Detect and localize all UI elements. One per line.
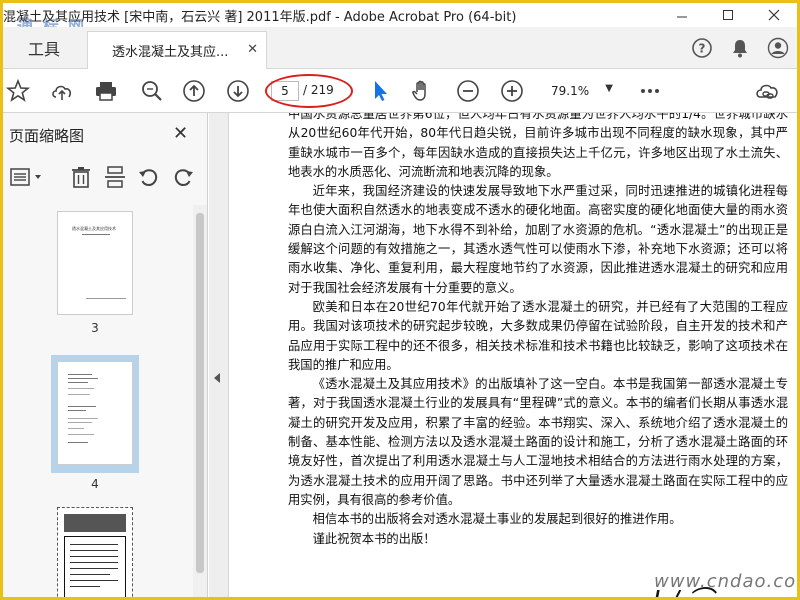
cloud-upload-icon xyxy=(52,85,72,100)
hand-tool-button[interactable] xyxy=(409,78,435,104)
close-panel-icon[interactable]: ✕ xyxy=(173,123,188,144)
thumbnail-label-4: 4 xyxy=(91,477,99,491)
paragraph: 相信本书的出版将会对透水混凝土事业的发展起到很好的推进作用。 xyxy=(312,512,682,527)
cursor-arrow-icon xyxy=(375,81,387,101)
zoom-select[interactable]: 79.1% ▼ xyxy=(543,80,619,102)
rotate-cw-icon xyxy=(174,169,193,187)
acrobat-window: 混凝土及其应用技术 [宋中南，石云兴 著] 2011年版.pdf - Adobe… xyxy=(3,3,797,597)
help-icon: ? xyxy=(692,38,712,58)
more-dots-icon xyxy=(641,89,659,93)
rotate-right-button[interactable] xyxy=(171,165,195,189)
more-tools-button[interactable] xyxy=(637,78,663,104)
rotate-ccw-icon xyxy=(139,169,158,187)
red-highlight-oval xyxy=(265,74,353,108)
thumbnail-list: 透水混凝土及其应用技术 3 4 xyxy=(3,205,193,597)
document-view[interactable]: 中国水资源总量居世界第6位，但人均年占有水资源量为世界人均水平的1/4。世界城市… xyxy=(230,113,797,597)
bottom-watermark: www.cndao.com xyxy=(654,571,797,592)
minus-circle-icon xyxy=(457,80,479,102)
printer-icon xyxy=(96,82,116,101)
insert-page-button[interactable] xyxy=(103,165,127,189)
tab-document-label: 透水混凝土及其应... xyxy=(112,45,229,60)
close-window-button[interactable] xyxy=(751,3,797,27)
panel-title: 页面缩略图 xyxy=(9,127,85,145)
collapse-arrow-icon[interactable] xyxy=(214,373,220,383)
share-link-button[interactable] xyxy=(755,78,781,104)
thumbnail-label-3: 3 xyxy=(91,321,99,335)
search-zoom-icon xyxy=(142,81,162,101)
paragraph: 《透水混凝土及其应用技术》的出版填补了这一空白。本书是我国第一部透水混凝土专著，… xyxy=(288,377,788,507)
maximize-icon xyxy=(723,10,733,20)
paragraph: 谨此祝贺本书的出版！ xyxy=(312,531,436,546)
minimize-button[interactable] xyxy=(659,3,705,27)
panel-toolbar xyxy=(3,155,208,199)
find-button[interactable] xyxy=(139,78,165,104)
panel-splitter[interactable] xyxy=(209,113,229,597)
select-tool-button[interactable] xyxy=(367,78,393,104)
notifications-button[interactable] xyxy=(727,35,753,61)
print-button[interactable] xyxy=(93,78,119,104)
svg-text:?: ? xyxy=(699,42,706,56)
paragraph: 近年来，我国经济建设的快速发展导致地下水严重过采，同时迅速推进的城镇化进程每年也… xyxy=(288,184,788,295)
scrollbar-thumb[interactable] xyxy=(196,213,204,573)
main-toolbar: 5 / 219 79.1% ▼ xyxy=(3,69,797,113)
paragraph: 欧美和日本在20世纪70年代就开始了透水混凝土的研究，并已经有了大范围的工程应用… xyxy=(288,299,788,372)
upload-button[interactable] xyxy=(49,78,75,104)
minimize-icon xyxy=(677,16,687,18)
trash-icon xyxy=(72,167,90,188)
paragraph: 中国水资源总量居世界第6位，但人均年占有水资源量为世界人均水平的1/4。世界城市… xyxy=(288,113,788,179)
arrow-up-circle-icon xyxy=(183,80,205,102)
previous-page-button[interactable] xyxy=(181,78,207,104)
cloud-link-icon xyxy=(756,84,778,99)
hand-icon xyxy=(412,80,426,101)
zoom-value: 79.1% xyxy=(551,84,590,98)
insert-pages-icon xyxy=(105,166,125,188)
arrow-down-circle-icon xyxy=(227,80,249,102)
close-tab-icon[interactable]: ✕ xyxy=(247,42,258,57)
thumbnail-page-5[interactable] xyxy=(57,507,133,597)
help-button[interactable]: ? xyxy=(689,35,715,61)
title-bar: 混凝土及其应用技术 [宋中南，石云兴 著] 2011年版.pdf - Adobe… xyxy=(3,3,797,36)
plus-circle-icon xyxy=(501,80,523,102)
tab-bar: 工具 透水混凝土及其应... ✕ ? xyxy=(3,27,797,69)
thumbnail-cover-title: 透水混凝土及其应用技术 xyxy=(72,226,116,231)
tab-tools[interactable]: 工具 xyxy=(3,27,85,69)
thumbnail-page-3[interactable]: 透水混凝土及其应用技术 xyxy=(57,211,133,315)
account-button[interactable] xyxy=(765,35,791,61)
list-options-icon xyxy=(10,168,41,186)
zoom-out-button[interactable] xyxy=(455,78,481,104)
thumbnails-panel: 页面缩略图 ✕ 透水混凝土及其应用技术 3 4 xyxy=(3,113,208,597)
next-page-button[interactable] xyxy=(225,78,251,104)
tab-document[interactable]: 透水混凝土及其应... ✕ xyxy=(87,31,267,69)
bell-icon xyxy=(733,40,747,58)
delete-page-button[interactable] xyxy=(69,165,93,189)
thumbnail-options-button[interactable] xyxy=(9,165,45,189)
close-icon xyxy=(768,9,780,21)
thumbnail-page-4[interactable] xyxy=(57,361,133,465)
star-icon xyxy=(6,79,30,102)
rotate-left-button[interactable] xyxy=(137,165,161,189)
thumbnail-scrollbar[interactable] xyxy=(193,205,207,597)
zoom-in-button[interactable] xyxy=(499,78,525,104)
chevron-down-icon: ▼ xyxy=(605,83,613,94)
user-icon xyxy=(767,37,789,59)
maximize-button[interactable] xyxy=(705,3,751,27)
document-body: 中国水资源总量居世界第6位，但人均年占有水资源量为世界人均水平的1/4。世界城市… xyxy=(288,113,788,549)
bookmark-button[interactable] xyxy=(5,78,31,104)
